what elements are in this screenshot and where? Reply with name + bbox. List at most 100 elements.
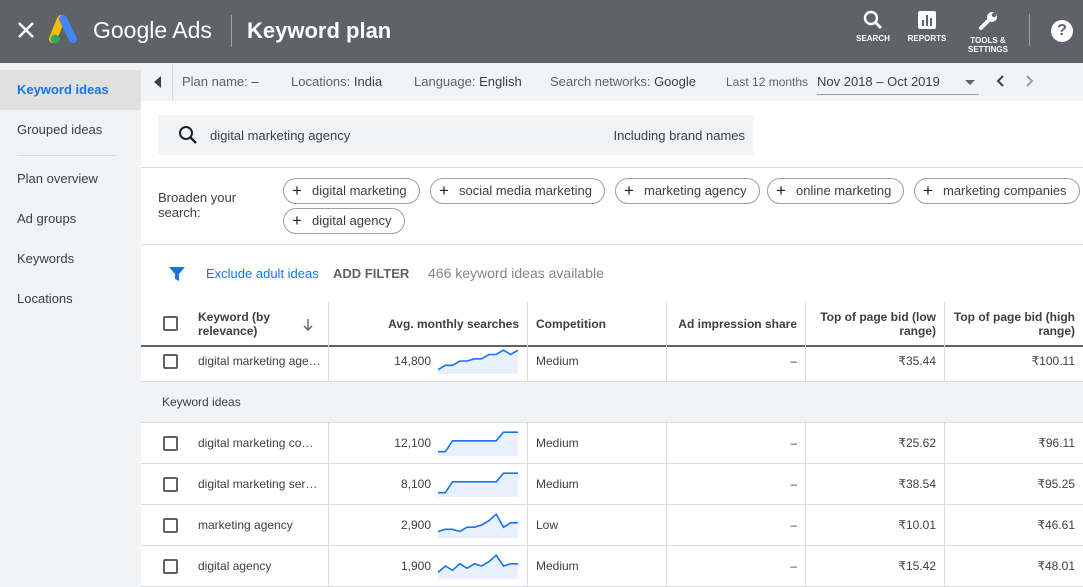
row-checkbox[interactable] [163,559,178,574]
main-content: digital marketing agency Including brand… [141,101,1083,587]
plan-name: Plan name: – [182,74,259,89]
sort-arrow-down-icon[interactable] [302,318,314,332]
row-checkbox[interactable] [163,436,178,451]
filter-bar: Exclude adult ideas ADD FILTER 466 keywo… [141,245,1083,301]
sidebar-item-plan-overview[interactable]: Plan overview [0,159,141,199]
trend-sparkline [438,431,518,456]
searches-cell: 12,100 [394,436,431,450]
header-divider [231,15,232,47]
low-bid-cell: ₹38.54 [898,477,936,491]
table-row[interactable]: digital marketing co… 12,100 Medium – ₹2… [141,423,1083,464]
row-checkbox[interactable] [163,477,178,492]
plan-info-bar: Plan name: – Locations: India Language: … [141,63,1083,101]
networks-setting[interactable]: Search networks: Google [550,74,696,89]
header-keyword-line2: relevance) [198,324,258,338]
competition-cell: Low [536,518,559,532]
top-app-bar: Google Ads Keyword plan SEARCH REPORTS T… [0,0,1083,63]
select-all-checkbox[interactable] [163,316,178,331]
add-filter-button[interactable]: ADD FILTER [333,266,409,281]
locations-value: India [353,74,383,89]
chip-label: digital agency [312,213,392,228]
keyword-cell[interactable]: digital marketing age… [198,341,321,381]
high-bid-cell: ₹48.01 [1037,559,1075,573]
date-range-select[interactable]: Nov 2018 – Oct 2019 [817,69,979,95]
broaden-search-label: Broaden your search: [158,190,236,220]
keyword-cell[interactable]: digital agency [198,546,271,586]
impression-share-cell: – [790,518,797,532]
collapse-sidebar-button[interactable] [141,63,173,101]
row-checkbox[interactable] [163,354,178,369]
page-title: Keyword plan [247,18,392,43]
dropdown-caret-icon [965,80,975,85]
search-query: digital marketing agency [210,128,351,143]
low-bid-cell: ₹10.01 [898,518,936,532]
reports-button-label: REPORTS [907,34,947,43]
language-setting[interactable]: Language: English [414,74,522,89]
low-bid-cell: ₹25.62 [898,436,936,450]
broaden-chip[interactable]: + digital marketing [283,178,420,204]
broaden-chip[interactable]: + digital agency [283,208,405,234]
sparkline-area [438,555,518,579]
table-row[interactable]: marketing agency 2,900 Low – ₹10.01 ₹46.… [141,505,1083,546]
row-checkbox[interactable] [163,518,178,533]
keyword-cell[interactable]: marketing agency [198,505,293,545]
chevron-left-icon[interactable] [993,73,1009,89]
tools-label-line2: SETTINGS [967,45,1008,54]
divider [141,167,1083,168]
close-icon[interactable] [14,18,38,42]
broaden-chip[interactable]: + online marketing [767,178,905,204]
high-bid-cell: ₹96.11 [1038,436,1075,450]
broaden-chip[interactable]: + marketing companies [914,178,1080,204]
plus-icon: + [776,181,786,200]
tools-label-line1: TOOLS & [970,36,1006,45]
table-row[interactable]: digital agency 1,900 Medium – ₹15.42 ₹48… [141,546,1083,587]
sidebar-item-keywords[interactable]: Keywords [0,239,141,279]
header-keyword-line1: Keyword (by [198,310,271,324]
date-range-value: Nov 2018 – Oct 2019 [817,74,940,89]
reports-icon [918,11,936,29]
trend-sparkline [438,512,518,538]
search-button[interactable]: SEARCH [853,10,893,43]
sidebar-item-ad-groups[interactable]: Ad groups [0,199,141,239]
sidebar-item-grouped-ideas[interactable]: Grouped ideas [0,110,141,150]
searches-cell: 1,900 [400,559,431,573]
language-label: Language: [414,74,476,89]
filter-funnel-icon[interactable] [168,265,186,283]
keyword-search-box[interactable]: digital marketing agency Including brand… [158,115,753,155]
exclude-adult-ideas-link[interactable]: Exclude adult ideas [206,266,319,281]
sidebar-item-keyword-ideas[interactable]: Keyword ideas [0,70,141,110]
competition-cell: Medium [536,559,579,573]
impression-share-cell: – [790,354,797,368]
impression-share-cell: – [790,436,797,450]
reports-button[interactable]: REPORTS [905,10,949,43]
chevron-right-icon[interactable] [1021,73,1037,89]
broaden-chip[interactable]: + marketing agency [615,178,760,204]
table-row[interactable]: digital marketing ser… 8,100 Medium – ₹3… [141,464,1083,505]
keyword-cell[interactable]: digital marketing ser… [198,464,317,504]
chip-label: marketing agency [644,183,747,198]
plus-icon: + [923,181,933,200]
locations-setting[interactable]: Locations: India [291,74,382,89]
table-row[interactable]: digital marketing age… 14,800 Medium – ₹… [141,341,1083,382]
search-icon [863,10,882,29]
trend-sparkline [438,472,518,497]
locations-label: Locations: [291,74,351,89]
impression-share-cell: – [790,477,797,491]
tools-settings-button[interactable]: TOOLS & SETTINGS [965,10,1011,54]
keyword-ideas-group-header: Keyword ideas [141,382,1083,423]
low-bid-cell: ₹35.44 [898,354,936,368]
keyword-cell[interactable]: digital marketing co… [198,423,313,463]
searches-cell: 14,800 [394,354,431,368]
sidebar-item-locations[interactable]: Locations [0,279,141,319]
brand-names-toggle[interactable]: Including brand names [613,128,745,143]
broaden-chip[interactable]: + social media marketing [430,178,605,204]
high-bid-cell: ₹100.11 [1031,354,1075,368]
header-high-bid-line1: Top of page bid (high [953,310,1075,324]
competition-cell: Medium [536,477,579,491]
chip-label: online marketing [796,183,892,198]
plus-icon: + [624,181,634,200]
help-icon[interactable]: ? [1051,20,1073,42]
search-button-label: SEARCH [856,34,890,43]
header-low-bid-line2: range) [899,324,936,338]
arrow-left-icon [154,76,161,88]
